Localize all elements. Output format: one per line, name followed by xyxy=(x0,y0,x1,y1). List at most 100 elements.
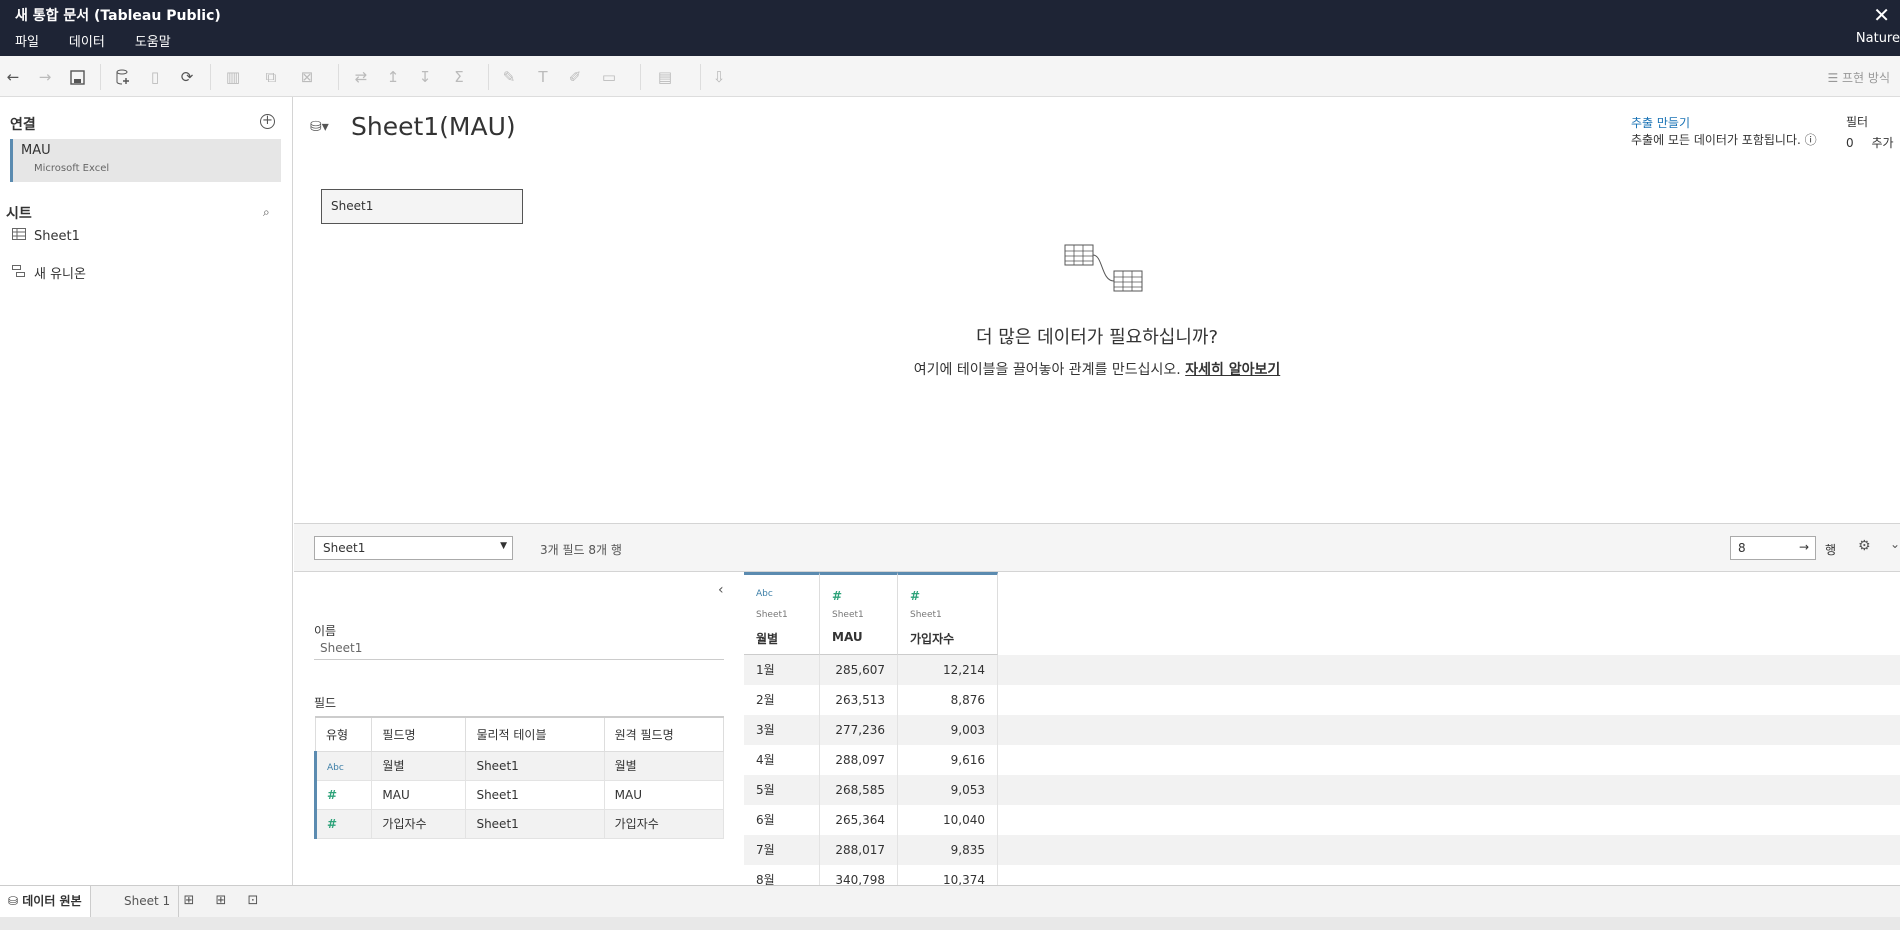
presentation-mode-button[interactable]: ☰ 프현 방식 xyxy=(1827,69,1890,86)
add-connection-icon[interactable]: + xyxy=(260,114,275,129)
sheets-title: 시트 xyxy=(6,206,32,222)
grid-column-header[interactable]: Abc Sheet1 월별 xyxy=(744,572,820,655)
table-cell: 8월 xyxy=(744,865,820,885)
totals-icon[interactable]: Σ xyxy=(448,66,470,88)
new-union-item[interactable]: 새 유니온 xyxy=(12,263,86,282)
extract-note: 추출에 모든 데이터가 포함됩니다. ⓘ xyxy=(1631,133,1817,147)
remote-field: MAU xyxy=(603,779,725,810)
table-row[interactable]: 8월 340,798 10,374 xyxy=(744,865,1900,885)
table-row[interactable]: 5월 268,585 9,053 xyxy=(744,775,1900,805)
chevron-down-icon: ▼ xyxy=(500,541,507,551)
number-type-icon[interactable]: # xyxy=(327,788,337,802)
sheet-item[interactable]: Sheet1 xyxy=(12,228,80,244)
new-worksheet-icon[interactable]: ▥ xyxy=(222,66,244,88)
table-cell: 340,798 xyxy=(820,865,898,885)
table-cell: 2월 xyxy=(744,685,820,715)
string-type-icon[interactable]: Abc xyxy=(327,763,344,773)
sort-ascending-icon[interactable]: ↥ xyxy=(382,66,404,88)
number-type-icon[interactable]: # xyxy=(832,589,842,603)
table-row[interactable]: # 가입자수 Sheet1 가입자수 xyxy=(313,808,725,839)
highlight-icon[interactable]: ✎ xyxy=(498,66,520,88)
user-name[interactable]: Nature xyxy=(1856,31,1900,46)
table-row[interactable]: 2월 263,513 8,876 xyxy=(744,685,1900,715)
connection-item[interactable]: MAU Microsoft Excel xyxy=(10,139,281,182)
column-header-field-name[interactable]: 필드명 xyxy=(371,716,467,752)
filter-add-link[interactable]: 추가 xyxy=(1871,136,1893,150)
logical-table-box[interactable]: Sheet1 xyxy=(321,189,523,224)
presentation-mode-label: 프현 방식 xyxy=(1842,71,1890,85)
table-row[interactable]: 7월 288,017 9,835 xyxy=(744,835,1900,865)
collapse-panel-icon[interactable]: ‹ xyxy=(718,582,724,598)
grid-toolbar: Sheet1 ▼ 3개 필드 8개 행 8 → 행 ⚙ ⌄ xyxy=(294,523,1900,572)
menu-help[interactable]: 도움말 xyxy=(135,31,171,50)
string-type-icon[interactable]: Abc xyxy=(756,589,773,599)
table-cell: 7월 xyxy=(744,835,820,865)
sort-descending-icon[interactable]: ↧ xyxy=(414,66,436,88)
table-row[interactable]: 3월 277,236 9,003 xyxy=(744,715,1900,745)
table-row[interactable]: Abc 월별 Sheet1 월별 xyxy=(313,750,725,781)
new-worksheet-icon[interactable]: ⊞ xyxy=(180,893,198,911)
field-name: 가입자수 xyxy=(371,808,467,839)
table-row[interactable]: 1월 285,607 12,214 xyxy=(744,655,1900,685)
data-source-canvas: ⛁▾ Sheet1(MAU) 추출 만들기 추출에 모든 데이터가 포함됩니다.… xyxy=(294,97,1900,523)
duplicate-icon[interactable]: ⧉ xyxy=(260,66,282,88)
share-icon[interactable]: ⇩ xyxy=(708,66,730,88)
column-header-type[interactable]: 유형 xyxy=(314,716,373,752)
new-data-source-icon[interactable] xyxy=(112,66,134,88)
new-story-icon[interactable]: ⊡ xyxy=(244,893,262,911)
connection-type: Microsoft Excel xyxy=(34,163,110,174)
table-cell: 9,053 xyxy=(898,775,998,805)
refresh-icon[interactable]: ⟳ xyxy=(176,66,198,88)
connection-name: MAU xyxy=(21,143,51,158)
swap-icon[interactable]: ⇄ xyxy=(350,66,372,88)
data-source-tab[interactable]: ⛁ 데이터 원본 xyxy=(0,886,91,917)
save-icon[interactable] xyxy=(66,66,88,88)
table-cell: 277,236 xyxy=(820,715,898,745)
learn-more-link[interactable]: 자세히 알아보기 xyxy=(1185,362,1280,378)
table-select-value: Sheet1 xyxy=(323,541,366,555)
sheet-tab[interactable]: Sheet 1 xyxy=(116,886,180,917)
forward-arrow-icon[interactable]: → xyxy=(34,66,56,88)
rows-input[interactable]: 8 → xyxy=(1730,536,1816,560)
new-union-label: 새 유니온 xyxy=(34,267,86,282)
number-type-icon[interactable]: # xyxy=(327,817,337,831)
number-type-icon[interactable]: # xyxy=(910,589,920,603)
show-me-icon[interactable]: ▤ xyxy=(654,66,676,88)
column-name: 가입자수 xyxy=(910,632,955,646)
table-cell: 5월 xyxy=(744,775,820,805)
table-cell: 6월 xyxy=(744,805,820,835)
grid-column-header[interactable]: # Sheet1 가입자수 xyxy=(898,572,998,655)
name-field[interactable]: Sheet1 xyxy=(314,641,724,660)
grid-column-header[interactable]: # Sheet1 MAU xyxy=(820,572,898,655)
arrow-right-icon[interactable]: → xyxy=(1799,540,1809,554)
data-source-title[interactable]: Sheet1(MAU) xyxy=(351,112,516,141)
table-row[interactable]: 6월 265,364 10,040 xyxy=(744,805,1900,835)
pause-updates-icon[interactable]: ▯ xyxy=(144,66,166,88)
fields-label: 필드 xyxy=(314,696,337,710)
table-cell: 285,607 xyxy=(820,655,898,685)
back-arrow-icon[interactable]: ← xyxy=(2,66,24,88)
union-icon xyxy=(12,264,26,281)
fields-table: 유형 필드명 물리적 테이블 원격 필드명 Abc 월별 Sheet1 월별 #… xyxy=(313,716,725,839)
table-row[interactable]: 4월 288,097 9,616 xyxy=(744,745,1900,775)
connections-title: 연결 xyxy=(10,117,36,133)
table-row[interactable]: # MAU Sheet1 MAU xyxy=(313,779,725,810)
fit-icon[interactable]: ▭ xyxy=(598,66,620,88)
column-header-physical-table[interactable]: 물리적 테이블 xyxy=(465,716,605,752)
menu-data[interactable]: 데이터 xyxy=(69,31,105,50)
collapse-chevron-icon[interactable]: ⌄ xyxy=(1890,537,1900,551)
new-dashboard-icon[interactable]: ⊞ xyxy=(212,893,230,911)
create-extract-link[interactable]: 추출 만들기 xyxy=(1631,114,1690,131)
database-icon[interactable]: ⛁▾ xyxy=(310,119,329,135)
menu-file[interactable]: 파일 xyxy=(15,31,39,50)
labels-icon[interactable]: T xyxy=(532,66,554,88)
clear-icon[interactable]: ⊠ xyxy=(296,66,318,88)
search-icon[interactable]: ⌕ xyxy=(263,205,270,220)
column-header-remote-field[interactable]: 원격 필드명 xyxy=(603,716,725,752)
format-icon[interactable]: ✐ xyxy=(564,66,586,88)
gear-icon[interactable]: ⚙ xyxy=(1858,538,1871,554)
table-select[interactable]: Sheet1 ▼ xyxy=(314,536,513,560)
empty-subtext: 여기에 테이블을 끌어놓아 관계를 만드십시오. 자세히 알아보기 xyxy=(294,359,1900,379)
data-source-tab-label: 데이터 원본 xyxy=(22,894,82,908)
close-icon[interactable]: ✕ xyxy=(1873,3,1890,27)
